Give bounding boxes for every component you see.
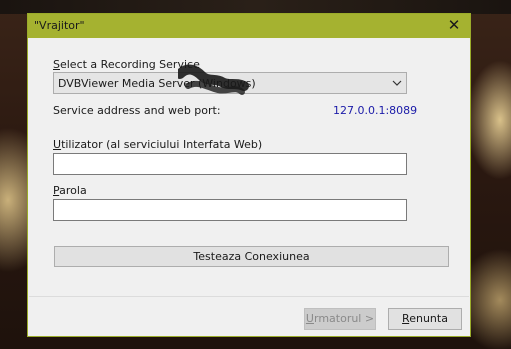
cancel-button[interactable]: Renunta <box>388 308 462 330</box>
title-bar[interactable]: "Vrajitor" ✕ <box>28 14 470 38</box>
password-input[interactable] <box>53 199 407 221</box>
next-button-accel: U <box>305 312 314 325</box>
address-value: 127.0.0.1:8089 <box>333 104 418 117</box>
wizard-dialog: "Vrajitor" ✕ Select a Recording Service … <box>27 13 471 337</box>
close-icon[interactable]: ✕ <box>446 17 462 33</box>
password-label: Parola <box>53 184 87 197</box>
window-title: "Vrajitor" <box>34 19 85 32</box>
password-label-text: arola <box>59 184 87 197</box>
test-connection-button[interactable]: Testeaza Conexiunea <box>54 246 449 267</box>
desktop-top-strip <box>0 0 511 14</box>
user-input[interactable] <box>53 153 407 175</box>
address-label: Service address and web port: <box>53 104 221 117</box>
next-button[interactable]: Urmatorul > <box>304 308 376 330</box>
chevron-down-icon <box>392 80 402 86</box>
user-label-text: tilizator (al serviciului Interfata Web) <box>61 138 263 151</box>
service-label-accel: S <box>53 58 60 71</box>
scribble-mark <box>178 64 249 95</box>
cancel-button-label: enunta <box>409 312 448 325</box>
user-label-accel: U <box>53 138 62 151</box>
user-label: Utilizator (al serviciului Interfata Web… <box>53 138 262 151</box>
next-button-label: rmatorul > <box>313 312 375 325</box>
